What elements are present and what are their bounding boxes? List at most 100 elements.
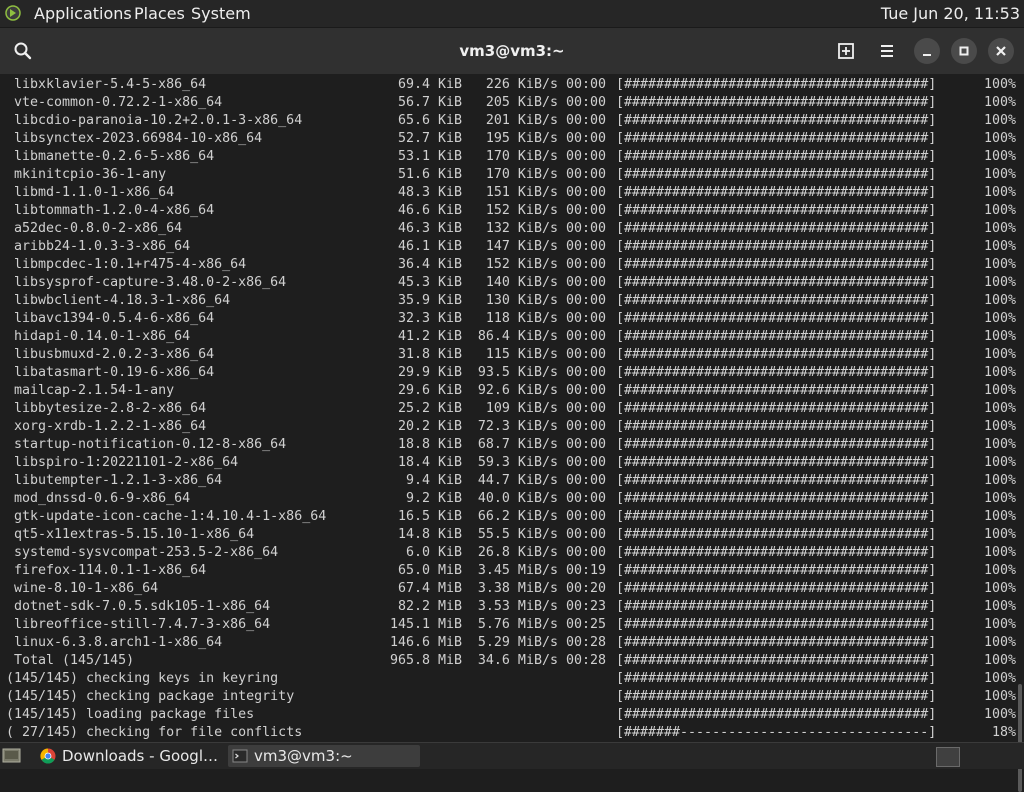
progress-bar: [######################################] xyxy=(616,707,937,722)
minimize-button[interactable] xyxy=(914,38,940,64)
terminal-line: firefox-114.0.1-1-x86_64 65.0 MiB 3.45 MiB… xyxy=(6,562,1016,580)
package-name: libsynctex-2023.66984-10-x86_64 xyxy=(14,131,263,146)
package-rate: 226 KiB/s 00:00 xyxy=(485,77,606,92)
close-button[interactable] xyxy=(988,38,1014,64)
package-name: libmpcdec-1:0.1+r475-4-x86_64 xyxy=(14,257,247,272)
taskbar-item-terminal[interactable]: vm3@vm3:~ xyxy=(228,745,420,767)
minimize-icon xyxy=(923,54,931,56)
progress-percent: 100% xyxy=(983,167,1016,182)
package-size: 45.3 KiB xyxy=(397,275,462,290)
taskbar-item-chrome[interactable]: Downloads - Googl… xyxy=(36,745,220,767)
progress-bar: [######################################] xyxy=(616,275,937,290)
progress-bar: [######################################] xyxy=(616,401,937,416)
progress-bar: [######################################] xyxy=(616,491,937,506)
progress-percent: 100% xyxy=(983,149,1016,164)
package-size: 65.0 MiB xyxy=(397,563,462,578)
terminal-line: libmd-1.1.0-1-x86_64 48.3 KiB 151 KiB/s 00… xyxy=(6,184,1016,202)
package-size: 46.1 KiB xyxy=(397,239,462,254)
package-size: 67.4 MiB xyxy=(397,581,462,596)
package-size: 36.4 KiB xyxy=(397,257,462,272)
terminal-line: libcdio-paranoia-10.2+2.0.1-3-x86_64 65.6… xyxy=(6,112,1016,130)
package-rate: 3.53 MiB/s 00:23 xyxy=(477,599,606,614)
package-name: firefox-114.0.1-1-x86_64 xyxy=(14,563,207,578)
taskbar-item-label: vm3@vm3:~ xyxy=(254,747,353,765)
terminal-line: libatasmart-0.19-6-x86_64 29.9 KiB 93.5 Ki… xyxy=(6,364,1016,382)
package-name: a52dec-0.8.0-2-x86_64 xyxy=(14,221,183,236)
terminal-scrollbar[interactable] xyxy=(1016,74,1024,792)
package-rate: 140 KiB/s 00:00 xyxy=(485,275,606,290)
progress-bar: [######################################] xyxy=(616,689,937,704)
terminal-line: qt5-x11extras-5.15.10-1-x86_64 14.8 KiB 55… xyxy=(6,526,1016,544)
progress-percent: 18% xyxy=(991,725,1016,740)
progress-percent: 100% xyxy=(983,689,1016,704)
terminal-line: aribb24-1.0.3-3-x86_64 46.1 KiB 147 KiB/s … xyxy=(6,238,1016,256)
package-name: xorg-xrdb-1.2.2-1-x86_64 xyxy=(14,419,207,434)
package-rate: 44.7 KiB/s 00:00 xyxy=(477,473,606,488)
package-rate: 3.45 MiB/s 00:19 xyxy=(477,563,606,578)
terminal-line: libwbclient-4.18.3-1-x86_64 35.9 KiB 130 K… xyxy=(6,292,1016,310)
maximize-button[interactable] xyxy=(951,38,977,64)
terminal-output[interactable]: libxklavier-5.4-5-x86_64 69.4 KiB 226 KiB/… xyxy=(0,74,1016,742)
progress-bar: [######################################] xyxy=(616,257,937,272)
progress-percent: 100% xyxy=(983,95,1016,110)
package-size: 14.8 KiB xyxy=(397,527,462,542)
menu-applications[interactable]: Applications xyxy=(34,4,132,23)
terminal-line: ( 27/145) checking for file conflicts [##… xyxy=(6,724,1016,742)
show-desktop-icon[interactable] xyxy=(2,747,22,765)
package-size: 46.3 KiB xyxy=(397,221,462,236)
new-tab-icon[interactable] xyxy=(835,39,859,63)
package-name: vte-common-0.72.2-1-x86_64 xyxy=(14,95,223,110)
progress-percent: 100% xyxy=(983,311,1016,326)
hamburger-menu-icon[interactable] xyxy=(875,39,899,63)
scrollbar-thumb[interactable] xyxy=(1018,684,1022,792)
workspace-switcher[interactable] xyxy=(936,747,960,767)
progress-bar: [######################################] xyxy=(616,437,937,452)
package-name: libsysprof-capture-3.48.0-2-x86_64 xyxy=(14,275,287,290)
package-name: libbytesize-2.8-2-x86_64 xyxy=(14,401,207,416)
package-size: 69.4 KiB xyxy=(397,77,462,92)
progress-percent: 100% xyxy=(983,437,1016,452)
progress-percent: 100% xyxy=(983,185,1016,200)
package-name: mailcap-2.1.54-1-any xyxy=(14,383,175,398)
progress-percent: 100% xyxy=(983,275,1016,290)
progress-percent: 100% xyxy=(983,203,1016,218)
terminal-line: gtk-update-icon-cache-1:4.10.4-1-x86_64 1… xyxy=(6,508,1016,526)
terminal-line: dotnet-sdk-7.0.5.sdk105-1-x86_64 82.2 MiB… xyxy=(6,598,1016,616)
progress-bar: [######################################] xyxy=(616,671,937,686)
terminal-line: libusbmuxd-2.0.2-3-x86_64 31.8 KiB 115 KiB… xyxy=(6,346,1016,364)
package-size: 20.2 KiB xyxy=(397,419,462,434)
progress-bar: [######################################] xyxy=(616,347,937,362)
package-rate: 152 KiB/s 00:00 xyxy=(485,203,606,218)
package-rate: 55.5 KiB/s 00:00 xyxy=(477,527,606,542)
terminal-line: libavc1394-0.5.4-6-x86_64 32.3 KiB 118 KiB… xyxy=(6,310,1016,328)
clock[interactable]: Tue Jun 20, 11:53 xyxy=(881,4,1020,23)
package-rate: 152 KiB/s 00:00 xyxy=(485,257,606,272)
menu-places[interactable]: Places xyxy=(134,4,185,23)
package-size: 65.6 KiB xyxy=(397,113,462,128)
terminal-line: mod_dnssd-0.6-9-x86_64 9.2 KiB 40.0 KiB/s … xyxy=(6,490,1016,508)
terminal-line: libutempter-1.2.1-3-x86_64 9.4 KiB 44.7 Ki… xyxy=(6,472,1016,490)
terminal-line: (145/145) loading package files [########… xyxy=(6,706,1016,724)
progress-bar: [######################################] xyxy=(616,581,937,596)
terminal-line: libsynctex-2023.66984-10-x86_64 52.7 KiB 1… xyxy=(6,130,1016,148)
top-panel: Applications Places System Tue Jun 20, 1… xyxy=(0,0,1024,28)
package-rate: 147 KiB/s 00:00 xyxy=(485,239,606,254)
package-rate: 195 KiB/s 00:00 xyxy=(485,131,606,146)
progress-percent: 100% xyxy=(983,527,1016,542)
package-name: libtommath-1.2.0-4-x86_64 xyxy=(14,203,215,218)
package-size: 145.1 MiB xyxy=(389,617,462,632)
package-size: 6.0 KiB xyxy=(405,545,462,560)
terminal-line: startup-notification-0.12-8-x86_64 18.8 K… xyxy=(6,436,1016,454)
package-size: 56.7 KiB xyxy=(397,95,462,110)
progress-bar: [######################################] xyxy=(616,599,937,614)
package-size: 35.9 KiB xyxy=(397,293,462,308)
progress-percent: 100% xyxy=(983,599,1016,614)
progress-percent: 100% xyxy=(983,707,1016,722)
package-rate: 86.4 KiB/s 00:00 xyxy=(477,329,606,344)
progress-bar: [######################################] xyxy=(616,203,937,218)
menu-system[interactable]: System xyxy=(191,4,251,23)
progress-bar: [######################################] xyxy=(616,455,937,470)
distro-logo-icon[interactable] xyxy=(5,5,21,21)
package-rate: 151 KiB/s 00:00 xyxy=(485,185,606,200)
progress-bar: [######################################] xyxy=(616,131,937,146)
